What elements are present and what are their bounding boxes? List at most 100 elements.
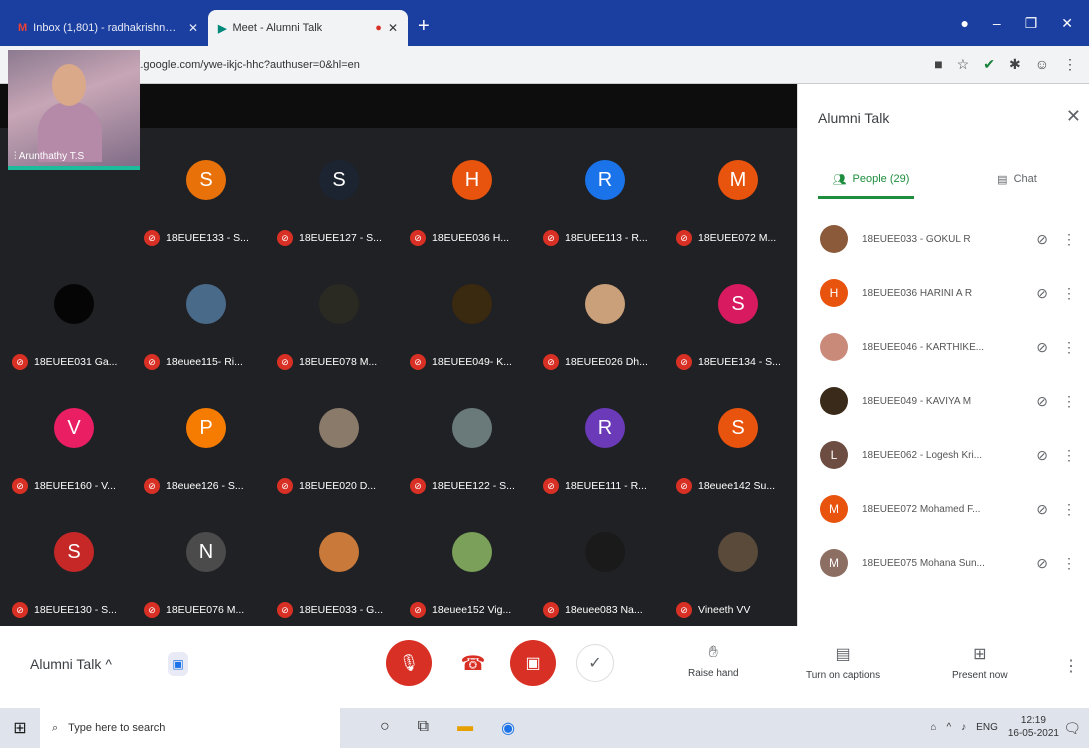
check-extension-icon[interactable]: ✔ [983,56,995,73]
tab-meet[interactable]: ▶ Meet - Alumni Talk ● ✕ [208,10,408,46]
participant-tile[interactable]: ⊘ 18euee083 Na... [539,508,672,632]
muted-mic-icon[interactable]: ⊘ [1036,231,1048,248]
more-options-icon[interactable]: ⋮ [1062,231,1076,248]
people-list-item[interactable]: 18EUEE033 - GOKUL R ⊘ ⋮ [798,212,1089,266]
people-list-item[interactable]: 18EUEE046 - KARTHIKE... ⊘ ⋮ [798,320,1089,374]
muted-mic-icon[interactable]: ⊘ [1036,339,1048,356]
participant-tile[interactable]: H ⊘ 18EUEE036 H... [406,136,539,260]
participant-tile[interactable]: ⊘ 18EUEE031 Ga... [8,260,141,384]
participant-tile[interactable]: S ⊘ 18EUEE133 - S... [140,136,273,260]
file-explorer-icon[interactable]: ▬ [457,718,473,738]
participant-tile[interactable]: ⊘ 18EUEE026 Dh... [539,260,672,384]
muted-mic-icon[interactable]: ⊘ [1036,447,1048,464]
more-options-icon[interactable]: ⋮ [1062,285,1076,302]
muted-mic-icon[interactable]: ⊘ [1036,393,1048,410]
close-window-icon[interactable]: ✕ [1061,15,1073,32]
avatar-icon[interactable]: ☺ [1035,56,1049,73]
search-icon: ⌕ [52,721,59,734]
maximize-icon[interactable]: ❐ [1025,15,1038,32]
muted-mic-icon: ⊘ [410,354,426,370]
muted-mic-icon: ⊘ [543,354,559,370]
participant-tile[interactable]: ⊘ 18EUEE049- K... [406,260,539,384]
close-panel-icon[interactable]: ✕ [1066,106,1081,127]
people-list-item[interactable]: M 18EUEE072 Mohamed F... ⊘ ⋮ [798,482,1089,536]
puzzle-icon[interactable]: ✱ [1009,56,1021,73]
participant-name: 18EUEE113 - R... [565,232,648,244]
new-tab-button[interactable]: + [418,15,430,38]
participant-name: 18EUEE122 - S... [432,480,515,492]
participant-tile[interactable]: S ⊘ 18EUEE134 - S... [672,260,805,384]
person-name: 18EUEE033 - GOKUL R [862,233,971,245]
muted-mic-icon: ⊘ [144,602,160,618]
participant-tile[interactable]: S ⊘ 18euee142 Su... [672,384,805,508]
people-list-item[interactable]: L 18EUEE062 - Logesh Kri... ⊘ ⋮ [798,428,1089,482]
close-tab-icon[interactable]: ✕ [188,21,198,35]
raise-hand-button[interactable]: ✋︎ Raise hand [688,644,739,679]
camera-toggle-button[interactable]: ▣ [510,640,556,686]
volume-icon[interactable]: ♪ [961,722,966,733]
taskbar-search[interactable]: ⌕ Type here to search [40,708,340,748]
muted-mic-icon[interactable]: ⊘ [1036,285,1048,302]
network-icon[interactable]: ⌂ [930,722,936,733]
notification-icon[interactable]: 🗨︎ [1063,720,1081,737]
star-icon[interactable]: ☆ [957,56,970,73]
menu-icon[interactable]: ⋮ [1063,56,1077,73]
profile-icon[interactable]: ● [960,15,968,31]
participant-tile[interactable]: ⊘ 18EUEE122 - S... [406,384,539,508]
people-list-item[interactable]: M 18EUEE075 Mohana Sun... ⊘ ⋮ [798,536,1089,590]
participant-tile[interactable]: ⊘ 18EUEE033 - G... [273,508,406,632]
tab-chat[interactable]: ▤ Chat [944,162,1089,196]
minimize-icon[interactable]: – [993,15,1001,31]
more-options-icon[interactable]: ⋮ [1062,501,1076,518]
url-input[interactable]: meet.google.com/ywe-ikjc-hhc?authuser=0&… [116,59,920,71]
more-options-icon[interactable]: ⋮ [1062,339,1076,356]
windows-start-icon[interactable]: ⊞ [0,718,40,738]
more-options-icon[interactable]: ⋮ [1062,393,1076,410]
participant-name-row: ⊘ 18euee083 Na... [543,602,671,618]
more-options-icon[interactable]: ⋮ [1062,555,1076,572]
muted-mic-icon: ⊘ [277,602,293,618]
participant-tile[interactable]: N ⊘ 18EUEE076 M... [140,508,273,632]
participant-tile[interactable]: ⊘ 18EUEE020 D... [273,384,406,508]
chrome-icon[interactable]: ◉ [501,718,515,738]
muted-mic-icon[interactable]: ⊘ [1036,501,1048,518]
tab-people[interactable]: 👥︎ People (29) [798,162,944,196]
close-tab-icon[interactable]: ✕ [388,21,398,35]
participant-name-row: ⊘ 18EUEE072 M... [676,230,804,246]
participant-tile[interactable]: S ⊘ 18EUEE130 - S... [8,508,141,632]
participant-tile[interactable]: V ⊘ 18EUEE160 - V... [8,384,141,508]
people-list-item[interactable]: 18EUEE049 - KAVIYA M ⊘ ⋮ [798,374,1089,428]
clock[interactable]: 12:19 16-05-2021 [1008,714,1059,740]
muted-mic-icon[interactable]: ⊘ [1036,555,1048,572]
mic-toggle-button[interactable]: 🎙︎ [386,640,432,686]
participant-tile[interactable]: M ⊘ 18EUEE072 M... [672,136,805,260]
muted-mic-icon: ⊘ [676,602,692,618]
person-name: 18EUEE049 - KAVIYA M [862,395,972,407]
lang-indicator[interactable]: ENG [976,722,998,733]
participant-tile[interactable]: S ⊘ 18EUEE127 - S... [273,136,406,260]
task-view-icon[interactable]: ⧉ [418,718,429,738]
participant-tile[interactable]: R ⊘ 18EUEE113 - R... [539,136,672,260]
participant-tile[interactable]: ⊘ 18euee152 Vig... [406,508,539,632]
meeting-details-button[interactable]: Alumni Talk ^ [30,656,112,672]
present-button[interactable]: ⊞ Present now [952,644,1008,681]
leave-call-button[interactable]: ☎ [450,640,496,686]
extensions: ■ ☆ ✔ ✱ ☺ ⋮ [934,56,1077,73]
camera-icon[interactable]: ■ [934,56,942,73]
reactions-button[interactable]: ✓ [576,644,614,682]
more-options-icon[interactable]: ⋮ [1062,447,1076,464]
avatar [820,225,848,253]
tab-gmail[interactable]: M Inbox (1,801) - radhakrishnangk ✕ [8,10,208,46]
participant-tile[interactable]: P ⊘ 18euee126 - S... [140,384,273,508]
participant-tile[interactable]: ⊘ 18EUEE078 M... [273,260,406,384]
more-options-icon[interactable]: ⋮ [1063,656,1079,676]
participant-tile[interactable]: ⊘ Vineeth VV [672,508,805,632]
security-icon[interactable]: ▣ [168,652,188,676]
meeting-controls: Alumni Talk ^ ▣ 🎙︎ ☎ ▣ ✓ ✋︎ Raise hand ▤ … [0,626,1089,708]
participant-tile[interactable]: R ⊘ 18EUEE111 - R... [539,384,672,508]
participant-tile[interactable]: ⊘ 18euee115- Ri... [140,260,273,384]
cortana-icon[interactable]: ○ [380,718,390,738]
chevron-up-icon[interactable]: ^ [946,722,951,733]
captions-button[interactable]: ▤ Turn on captions [806,644,880,681]
people-list-item[interactable]: H 18EUEE036 HARINI A R ⊘ ⋮ [798,266,1089,320]
